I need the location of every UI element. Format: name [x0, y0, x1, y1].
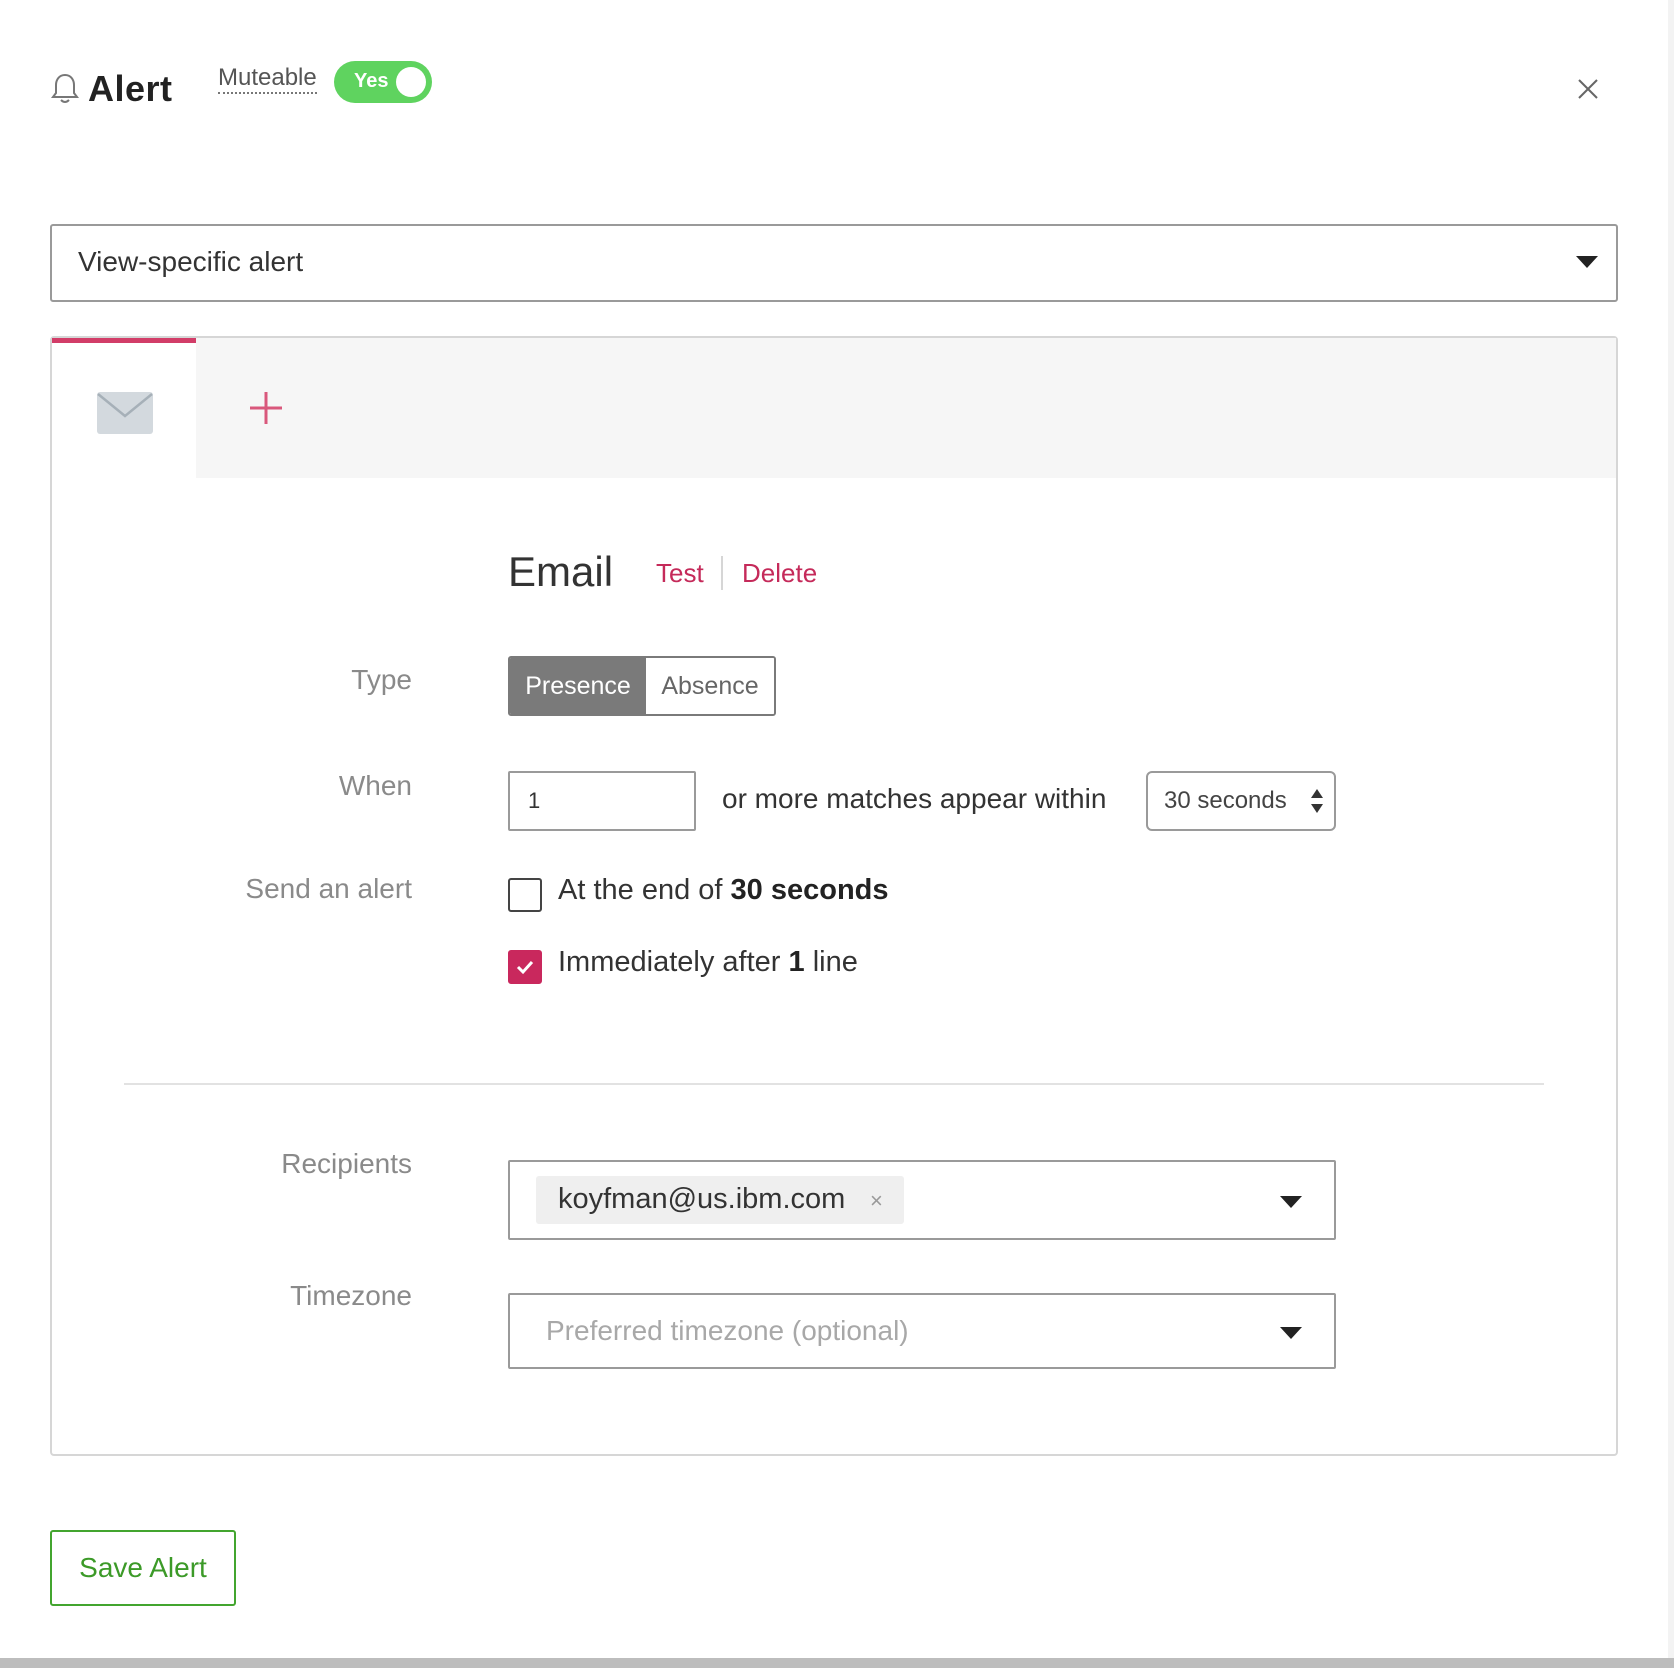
channel-panel: Email Test Delete Type Presence Absence … [50, 336, 1618, 1456]
timezone-select[interactable]: Preferred timezone (optional) [508, 1293, 1336, 1369]
timezone-placeholder: Preferred timezone (optional) [546, 1315, 909, 1346]
send-alert-label: Send an alert [245, 873, 412, 904]
channel-tab-strip [52, 338, 1616, 478]
immediately-value: 1 [788, 946, 805, 978]
type-label: Type [351, 664, 412, 695]
type-absence-button[interactable]: Absence [646, 658, 774, 714]
recipients-select[interactable]: koyfman@us.ibm.com × [508, 1160, 1336, 1240]
test-link[interactable]: Test [656, 558, 704, 589]
alert-scope-value: View-specific alert [78, 246, 304, 277]
interval-select[interactable]: 30 seconds [1146, 771, 1336, 831]
remove-recipient-icon[interactable]: × [870, 1188, 883, 1214]
chevron-down-icon [1280, 1327, 1302, 1339]
chevron-down-icon [1576, 256, 1598, 268]
recipient-chip: koyfman@us.ibm.com × [536, 1176, 904, 1224]
alert-scope-select[interactable]: View-specific alert [50, 224, 1618, 302]
mail-icon [97, 392, 153, 434]
window-bottom-edge [0, 1658, 1674, 1668]
bell-icon [51, 73, 79, 103]
checkmark-icon [516, 960, 534, 975]
chevron-down-icon [1280, 1196, 1302, 1208]
delete-link[interactable]: Delete [742, 558, 817, 589]
alert-dialog: Alert Muteable Yes View-specific alert E [0, 0, 1674, 1658]
end-of-interval-value: 30 seconds [730, 874, 889, 906]
recipient-email: koyfman@us.ibm.com [558, 1183, 846, 1215]
when-label: When [338, 770, 412, 801]
immediately-prefix: Immediately after [558, 946, 781, 978]
immediately-label: Immediately after 1 line [558, 946, 858, 979]
end-of-interval-prefix: At the end of [558, 874, 723, 906]
tab-email[interactable] [52, 338, 196, 478]
recipients-label: Recipients [281, 1148, 412, 1179]
when-text: or more matches appear within [722, 783, 1107, 814]
close-icon[interactable] [1575, 76, 1601, 102]
dialog-title: Alert [88, 68, 173, 109]
immediately-suffix: line [812, 946, 858, 978]
toggle-knob [396, 67, 426, 97]
end-of-interval-label: At the end of 30 seconds [558, 874, 889, 907]
match-count-input[interactable] [508, 771, 696, 831]
type-presence-button[interactable]: Presence [510, 658, 646, 714]
link-divider [721, 556, 723, 590]
add-channel-icon[interactable] [246, 388, 286, 428]
immediately-checkbox[interactable] [508, 950, 542, 984]
muteable-toggle[interactable]: Yes [334, 61, 432, 103]
section-divider [124, 1083, 1544, 1085]
window-edge [1668, 0, 1674, 1668]
toggle-label: Yes [354, 70, 389, 92]
channel-title: Email [508, 548, 614, 595]
end-of-interval-checkbox[interactable] [508, 878, 542, 912]
interval-value: 30 seconds [1164, 787, 1287, 814]
timezone-label: Timezone [290, 1280, 412, 1311]
save-alert-button[interactable]: Save Alert [50, 1530, 236, 1606]
type-toggle: Presence Absence [508, 656, 776, 716]
muteable-label: Muteable [218, 64, 317, 94]
stepper-arrows-icon [1311, 789, 1323, 813]
